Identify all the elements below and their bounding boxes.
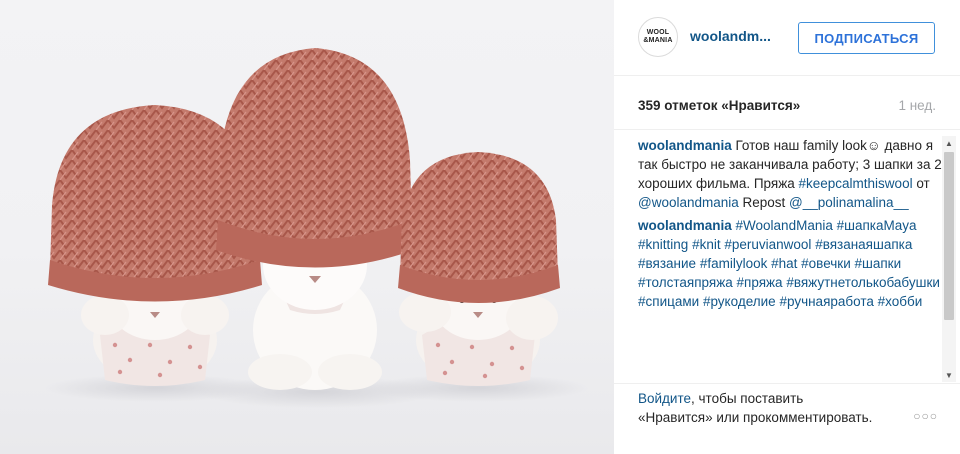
hashtag-link[interactable]: #спицами: [638, 294, 699, 309]
scroll-down-icon[interactable]: ▼: [942, 368, 956, 382]
scroll-up-icon[interactable]: ▲: [942, 136, 956, 150]
hashtag-link[interactable]: #пряжа: [737, 275, 783, 290]
comments-scrollbar[interactable]: ▲ ▼: [942, 136, 956, 382]
more-options-icon[interactable]: ○○○: [913, 409, 938, 423]
post-time[interactable]: 1 нед.: [898, 98, 936, 113]
follow-button[interactable]: ПОДПИСАТЬСЯ: [798, 22, 935, 54]
comment-text: от: [912, 176, 930, 191]
likes-count[interactable]: 359 отметок «Нравится»: [638, 98, 800, 113]
avatar-text-line2: &MANIA: [643, 37, 673, 44]
hashtag-link[interactable]: #вязание: [638, 256, 696, 271]
hashtag-link[interactable]: #шапки: [855, 256, 902, 271]
login-prompt: Войдите, чтобы поставить «Нравится» или …: [638, 389, 878, 427]
avatar-text-line1: WOOL: [646, 29, 670, 36]
hashtag-link[interactable]: #keepcalmthiswool: [799, 176, 913, 191]
scrollbar-thumb[interactable]: [944, 152, 954, 320]
comments-list: woolandmania Готов наш family look☺ давн…: [638, 136, 946, 382]
mention-link[interactable]: @woolandmania: [638, 195, 739, 210]
middle-bunny: [216, 48, 414, 390]
avatar[interactable]: WOOL &MANIA: [638, 17, 678, 57]
login-link[interactable]: Войдите: [638, 391, 691, 406]
hashtag-link[interactable]: #knitting: [638, 237, 688, 252]
hashtag-link[interactable]: #familylook: [700, 256, 768, 271]
hashtag-link[interactable]: #peruvianwool: [724, 237, 811, 252]
hashtag-link[interactable]: #толстаяпряжа: [638, 275, 733, 290]
hashtag-link[interactable]: #рукоделие: [703, 294, 776, 309]
post-header: WOOL &MANIA woolandm... ПОДПИСАТЬСЯ: [614, 0, 960, 76]
hashtag-link[interactable]: #ручнаяработа: [779, 294, 873, 309]
hashtag-link[interactable]: #хобби: [878, 294, 923, 309]
hashtag-link[interactable]: #вяжутнетолькобабушки: [786, 275, 940, 290]
hashtag-link[interactable]: #WoolandMania: [736, 218, 833, 233]
post-side-panel: WOOL &MANIA woolandm... ПОДПИСАТЬСЯ 359 …: [614, 0, 960, 454]
post-photo[interactable]: [0, 0, 614, 454]
comment: woolandmania Готов наш family look☺ давн…: [638, 136, 946, 212]
hashtag-link[interactable]: #hat: [771, 256, 797, 271]
comment: woolandmania #WoolandMania #шапкаMaya #k…: [638, 216, 946, 311]
comment-text: Repost: [738, 195, 790, 210]
hashtag-link[interactable]: #овечки: [801, 256, 851, 271]
right-bunny: [398, 152, 560, 386]
comment-username[interactable]: woolandmania: [638, 218, 732, 233]
post-footer: Войдите, чтобы поставить «Нравится» или …: [614, 383, 960, 454]
hashtag-link[interactable]: #вязанаяшапка: [815, 237, 912, 252]
instagram-post: WOOL &MANIA woolandm... ПОДПИСАТЬСЯ 359 …: [0, 0, 960, 454]
hashtag-link[interactable]: #knit: [692, 237, 721, 252]
hashtag-link[interactable]: #шапкаMaya: [837, 218, 917, 233]
mention-link[interactable]: @__polinamalina__: [789, 195, 909, 210]
comment-username[interactable]: woolandmania: [638, 138, 732, 153]
username-link[interactable]: woolandm...: [690, 28, 771, 44]
bunnies-photo: [45, 48, 588, 408]
likes-row: 359 отметок «Нравится» 1 нед.: [614, 76, 960, 130]
